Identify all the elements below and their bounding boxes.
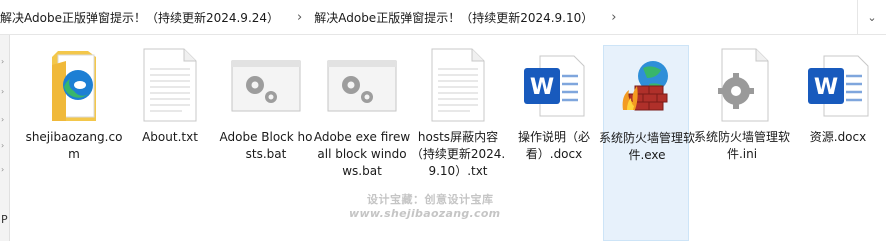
file-name: hosts屏蔽内容（持续更新2024.9.10）.txt bbox=[410, 130, 506, 178]
file-name: 操作说明（必看）.docx bbox=[517, 130, 590, 161]
breadcrumb-separator-icon[interactable]: › bbox=[597, 10, 628, 25]
tree-expand-icon[interactable]: › bbox=[1, 87, 4, 96]
tree-expand-icon[interactable]: › bbox=[1, 141, 4, 150]
file-item-about-txt[interactable]: About.txt bbox=[127, 45, 213, 241]
text-file-icon bbox=[135, 45, 205, 125]
file-grid: shejibaozang.com About.txt Adobe Block h… bbox=[9, 35, 886, 241]
firewall-exe-icon bbox=[612, 46, 682, 126]
file-item-resources-docx[interactable]: W 资源.docx bbox=[795, 45, 881, 241]
file-item-shejibaozang-com[interactable]: shejibaozang.com bbox=[26, 45, 122, 241]
file-name: Adobe exe firewall block windows.bat bbox=[313, 130, 411, 178]
tree-expand-icon[interactable]: › bbox=[1, 115, 4, 124]
settings-file-icon bbox=[707, 45, 777, 125]
svg-text:W: W bbox=[530, 75, 554, 100]
address-breadcrumb: 解决Adobe正版弹窗提示！（持续更新2024.9.24） › 解决Adobe正… bbox=[0, 0, 886, 35]
file-name: 系统防火墙管理软件.exe bbox=[598, 131, 695, 162]
file-item-firewall-ini[interactable]: 系统防火墙管理软件.ini bbox=[694, 45, 790, 241]
breadcrumb-item-current[interactable]: 解决Adobe正版弹窗提示！（持续更新2024.9.10） bbox=[314, 9, 597, 26]
file-name: shejibaozang.com bbox=[25, 130, 123, 161]
batch-file-icon bbox=[231, 45, 301, 125]
word-document-icon: W bbox=[803, 45, 873, 125]
text-file-icon bbox=[423, 45, 493, 125]
svg-text:W: W bbox=[814, 75, 838, 100]
file-name: 系统防火墙管理软件.ini bbox=[693, 130, 790, 161]
batch-file-icon bbox=[327, 45, 397, 125]
file-name: 资源.docx bbox=[809, 130, 867, 144]
breadcrumb-item-parent[interactable]: 解决Adobe正版弹窗提示！（持续更新2024.9.24） bbox=[0, 9, 283, 26]
file-item-hosts-txt[interactable]: hosts屏蔽内容（持续更新2024.9.10）.txt bbox=[411, 45, 505, 241]
breadcrumb-separator-icon[interactable]: › bbox=[283, 10, 314, 25]
file-name: About.txt bbox=[142, 130, 198, 144]
tree-expand-icon[interactable]: › bbox=[1, 57, 4, 66]
word-document-icon: W bbox=[519, 45, 589, 125]
file-name: Adobe Block hosts.bat bbox=[219, 130, 313, 161]
file-item-adobe-block-hosts-bat[interactable]: Adobe Block hosts.bat bbox=[220, 45, 313, 241]
file-item-adobe-exe-firewall-block-windows-bat[interactable]: Adobe exe firewall block windows.bat bbox=[314, 45, 410, 241]
tree-item-label[interactable]: P bbox=[1, 213, 8, 226]
file-item-operation-guide-docx[interactable]: W 操作说明（必看）.docx bbox=[511, 45, 597, 241]
edge-shortcut-icon bbox=[39, 45, 109, 125]
tree-expand-icon[interactable]: › bbox=[1, 165, 4, 174]
file-item-firewall-exe[interactable]: 系统防火墙管理软件.exe bbox=[599, 45, 695, 241]
address-history-dropdown-icon[interactable]: ⌄ bbox=[857, 0, 886, 34]
